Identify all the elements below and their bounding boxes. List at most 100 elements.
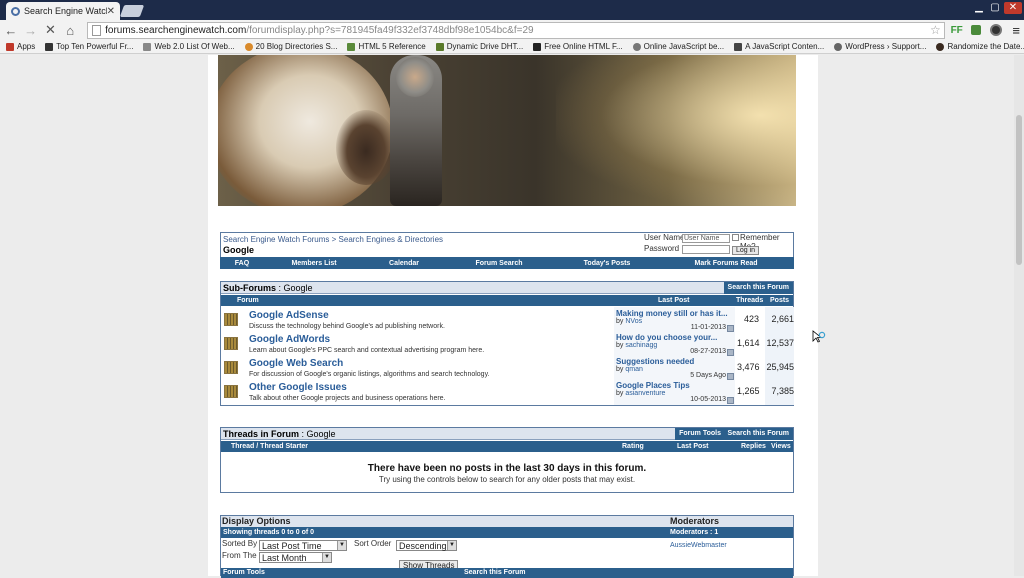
- forum-nav-links: FAQ Members List Calendar Forum Search T…: [220, 257, 794, 269]
- go-to-post-icon[interactable]: [727, 373, 734, 380]
- extension-circle-icon[interactable]: [988, 22, 1004, 38]
- last-post-user[interactable]: sachinagg: [625, 342, 657, 349]
- last-post-title[interactable]: Making money still or has it...: [616, 309, 734, 318]
- threads-count: 1,614: [737, 338, 760, 348]
- nav-link-calendar[interactable]: Calendar: [364, 260, 444, 267]
- from-the-select[interactable]: Last Month ▼: [259, 552, 332, 563]
- page-title: Google: [223, 245, 254, 255]
- password-input[interactable]: [682, 245, 730, 254]
- footer-search-forum[interactable]: Search this Forum: [464, 569, 525, 576]
- sort-order-select[interactable]: Descending ▼: [396, 540, 457, 551]
- last-post-title[interactable]: Suggestions needed: [616, 357, 734, 366]
- forum-status-icon: [224, 337, 238, 350]
- last-post-date: 11-01-2013: [690, 324, 726, 331]
- bookmark-favicon-icon: [244, 42, 253, 51]
- forum-status-icon: [224, 361, 238, 374]
- last-post-user[interactable]: asianventure: [625, 390, 665, 397]
- col-thread[interactable]: Thread / Thread Starter: [231, 443, 308, 450]
- search-forum-button[interactable]: Search this Forum: [723, 282, 793, 294]
- header-banner-image: [218, 55, 796, 206]
- bookmark-label: Apps: [17, 42, 36, 51]
- extension-ff-icon[interactable]: FF: [949, 22, 965, 38]
- maximize-icon[interactable]: ▢: [988, 2, 1002, 14]
- forum-link[interactable]: Google AdSense: [249, 310, 329, 321]
- banner-light: [556, 55, 796, 206]
- bookmarks-bar: Apps Top Ten Powerful Fr... Web 2.0 List…: [0, 40, 1024, 54]
- breadcrumb[interactable]: Search Engine Watch Forums > Search Engi…: [223, 235, 443, 244]
- bookmark-item[interactable]: HTML 5 Reference: [347, 42, 426, 51]
- moderator-link[interactable]: AussieWebmaster: [670, 542, 727, 549]
- extension-puzzle-icon[interactable]: [969, 22, 985, 38]
- forum-link[interactable]: Google AdWords: [249, 334, 330, 345]
- page-scrollbar[interactable]: [1014, 55, 1024, 576]
- bookmark-star-icon[interactable]: ☆: [930, 23, 941, 37]
- browser-tab[interactable]: Search Engine Watch Foru ✕: [6, 2, 120, 20]
- bookmark-label: HTML 5 Reference: [358, 42, 426, 51]
- login-button[interactable]: Log in: [732, 246, 760, 255]
- forum-description: For discussion of Google's organic listi…: [249, 371, 490, 378]
- forum-link[interactable]: Google Web Search: [249, 358, 343, 369]
- nav-link-todays-posts[interactable]: Today's Posts: [554, 260, 660, 267]
- nav-link-mark-read[interactable]: Mark Forums Read: [660, 260, 792, 267]
- footer-forum-tools[interactable]: Forum Tools: [223, 569, 265, 576]
- forum-status-icon: [224, 385, 238, 398]
- subforums-title: Sub-Forums : Google: [223, 283, 313, 293]
- last-post-title[interactable]: Google Places Tips: [616, 381, 734, 390]
- bookmark-item[interactable]: Free Online HTML F...: [533, 42, 623, 51]
- forum-link[interactable]: Other Google Issues: [249, 382, 347, 393]
- go-to-post-icon[interactable]: [727, 397, 734, 404]
- wordpress-icon: [834, 42, 843, 51]
- username-input[interactable]: User Name: [682, 234, 730, 243]
- close-window-icon[interactable]: ✕: [1004, 2, 1022, 14]
- last-post-title[interactable]: How do you choose your...: [616, 333, 734, 342]
- last-post-user[interactable]: NVos: [625, 318, 642, 325]
- subforums-title-text: Sub-Forums: [223, 283, 276, 293]
- bookmark-favicon-icon: [435, 42, 444, 51]
- col-replies[interactable]: Replies: [741, 443, 766, 450]
- sorted-by-select[interactable]: Last Post Time ▼: [259, 540, 347, 551]
- go-to-post-icon[interactable]: [727, 349, 734, 356]
- bookmark-item[interactable]: Dynamic Drive DHT...: [435, 42, 523, 51]
- nav-link-faq[interactable]: FAQ: [220, 260, 264, 267]
- back-arrow-icon[interactable]: ←: [2, 23, 20, 38]
- bookmark-item[interactable]: 20 Blog Directories S...: [244, 42, 337, 51]
- by-label: by: [616, 318, 624, 325]
- bookmark-apps[interactable]: Apps: [6, 42, 35, 51]
- threads-column-headers: Thread / Thread Starter Rating Last Post…: [221, 441, 793, 452]
- bookmark-item[interactable]: Online JavaScript be...: [632, 42, 724, 51]
- last-post-cell: Suggestions needed by qman 5 Days Ago: [616, 357, 734, 381]
- col-last-post[interactable]: Last Post: [677, 443, 709, 450]
- new-tab-button[interactable]: [119, 5, 145, 17]
- empty-threads-hint: Try using the controls below to search f…: [378, 475, 636, 484]
- stop-loading-icon[interactable]: ✕: [42, 22, 60, 38]
- table-row: Other Google Issues Talk about other Goo…: [221, 380, 794, 404]
- chevron-down-icon: ▼: [337, 541, 346, 550]
- forum-tools-button[interactable]: Forum Tools: [675, 428, 725, 440]
- moderators-title: Moderators: [670, 516, 720, 526]
- remember-me-checkbox[interactable]: [732, 234, 739, 241]
- tab-close-icon[interactable]: ✕: [107, 6, 115, 17]
- bookmark-item[interactable]: Web 2.0 List Of Web...: [143, 42, 235, 51]
- scrollbar-thumb[interactable]: [1016, 115, 1022, 265]
- search-forum-button[interactable]: Search this Forum: [723, 428, 793, 440]
- col-rating[interactable]: Rating: [622, 443, 644, 450]
- loading-icon: [11, 6, 20, 16]
- go-to-post-icon[interactable]: [727, 325, 734, 332]
- minimize-icon[interactable]: ▁: [972, 2, 986, 14]
- address-bar[interactable]: forums.searchenginewatch.com /forumdispl…: [87, 21, 945, 39]
- nav-link-members[interactable]: Members List: [264, 260, 364, 267]
- bookmark-item[interactable]: Top Ten Powerful Fr...: [45, 42, 133, 51]
- bookmark-item[interactable]: Randomize the Date...: [936, 42, 1024, 51]
- subforums-title-suffix: : Google: [278, 283, 313, 293]
- bookmark-item[interactable]: A JavaScript Conten...: [734, 42, 824, 51]
- bookmark-item[interactable]: WordPress › Support...: [834, 42, 926, 51]
- home-icon[interactable]: ⌂: [61, 23, 79, 38]
- nav-link-forum-search[interactable]: Forum Search: [444, 260, 554, 267]
- col-forum: Forum: [237, 297, 259, 304]
- forward-arrow-icon[interactable]: →: [22, 23, 40, 38]
- last-post-user[interactable]: qman: [625, 366, 643, 373]
- col-views[interactable]: Views: [771, 443, 791, 450]
- menu-icon[interactable]: ≡: [1008, 22, 1024, 38]
- page-icon: [92, 24, 102, 36]
- display-options-title: Display Options: [222, 516, 291, 526]
